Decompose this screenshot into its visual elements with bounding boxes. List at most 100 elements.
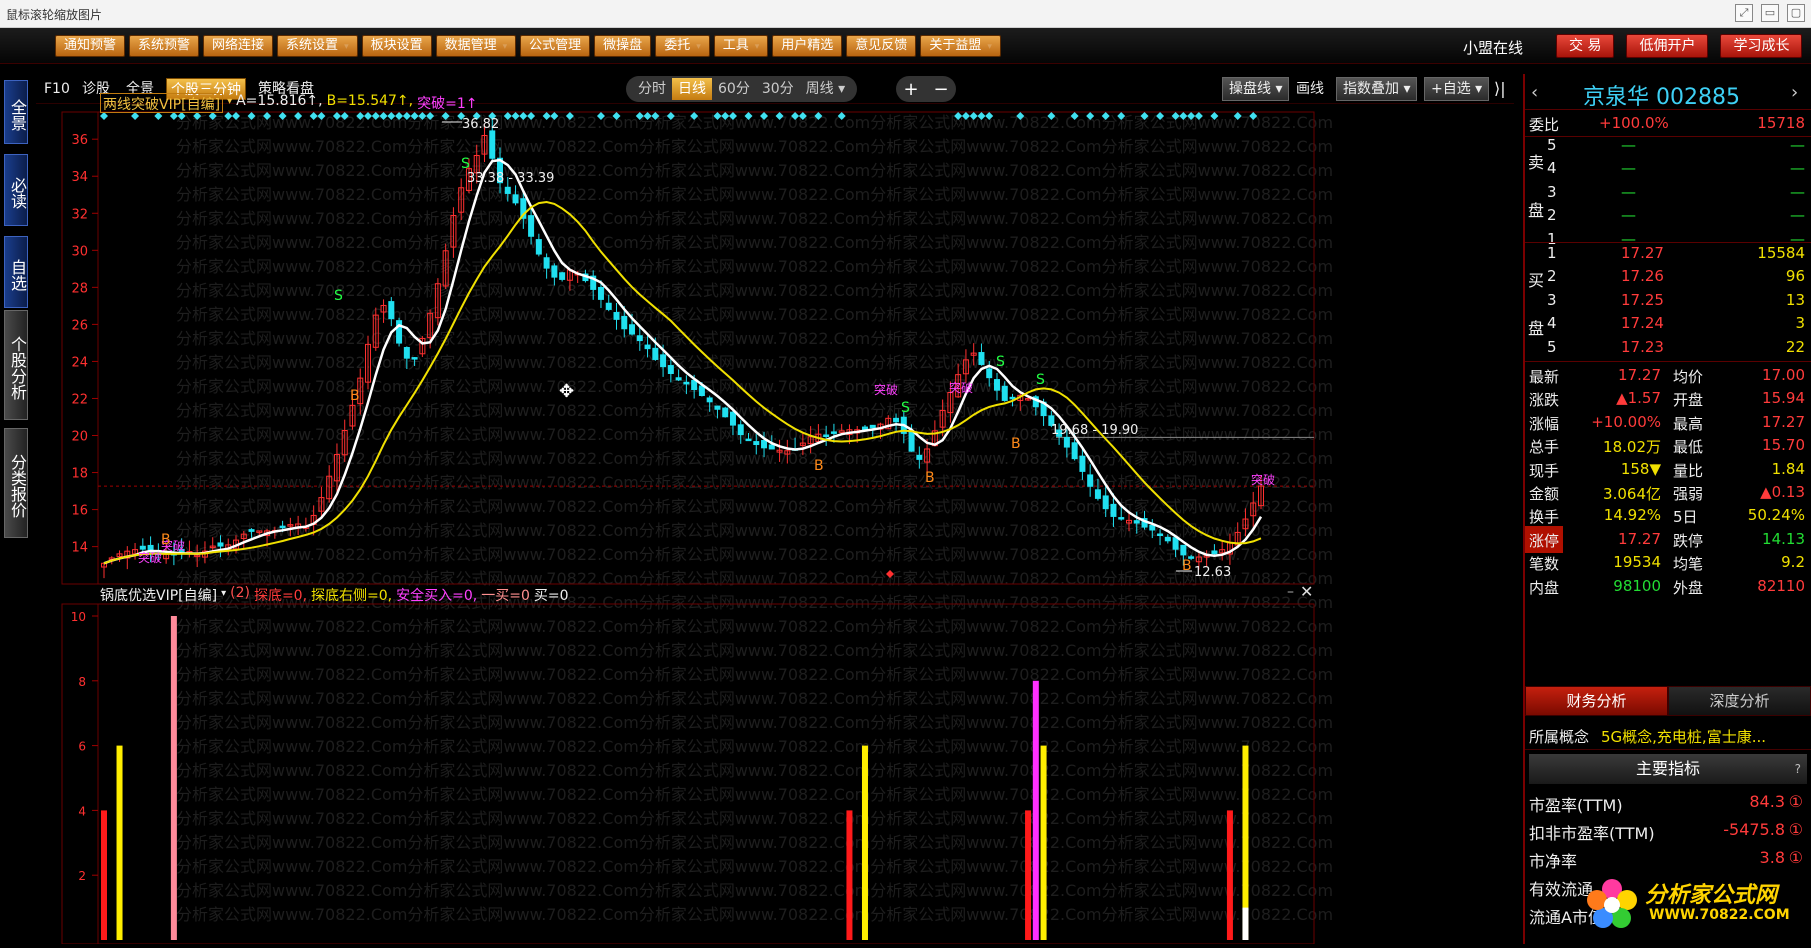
- menu-item[interactable]: 微操盘: [594, 35, 652, 57]
- menu-item[interactable]: 意见反馈: [846, 35, 917, 57]
- left-tab-overview[interactable]: 全景: [4, 80, 28, 144]
- order-book-v: —: [1790, 206, 1805, 225]
- candle-body: [1009, 396, 1016, 400]
- stats-l2: 强弱: [1673, 485, 1704, 503]
- stats-v2: 14.13: [1762, 529, 1805, 548]
- zoom-out-icon[interactable]: −: [933, 79, 948, 100]
- menu-item[interactable]: 系统设置 ▾: [277, 35, 358, 57]
- candle-body: [217, 542, 224, 547]
- buy-label-2: 盘: [1528, 319, 1545, 338]
- stats-v1: 158▼: [1620, 459, 1661, 478]
- trading-line-label: 操盘线: [1229, 81, 1271, 97]
- left-tab-category-quote[interactable]: 分类报价: [4, 428, 28, 538]
- info-circle-icon[interactable]: ①: [1789, 848, 1803, 867]
- candle-body: [629, 324, 636, 335]
- main-indicator-name[interactable]: 两线突破VIP[自编]: [100, 93, 224, 113]
- next-stock-icon[interactable]: ›: [1791, 82, 1798, 103]
- maximize-icon[interactable]: ⤢: [1735, 4, 1753, 22]
- restore-icon[interactable]: ▭: [1761, 4, 1779, 22]
- y-tick-label: 34: [71, 170, 88, 185]
- stats-l1: 涨幅: [1529, 414, 1560, 433]
- period-daily[interactable]: 日线: [672, 78, 712, 100]
- order-book-p: —: [1621, 206, 1636, 225]
- zoom-controls: + −: [896, 76, 956, 102]
- tab-depth[interactable]: 深度分析: [1668, 686, 1811, 716]
- left-tab-watchlist[interactable]: 自选: [4, 236, 28, 308]
- open-account-button[interactable]: 低佣开户: [1626, 34, 1709, 58]
- candle-body: [1063, 436, 1070, 448]
- kline-chart[interactable]: 分析家公式网www.70822.Com分析家公式网www.70822.Com分析…: [36, 104, 1514, 944]
- watermark-text: 分析家公式网www.70822.Com分析家公式网www.70822.Com分析…: [176, 881, 1333, 900]
- y-tick-label: 24: [71, 355, 88, 370]
- index-overlay-dropdown[interactable]: 指数叠加 ▾: [1336, 77, 1418, 101]
- learn-button[interactable]: 学习成长: [1720, 34, 1803, 58]
- menu-item[interactable]: 数据管理 ▾: [435, 35, 517, 57]
- candle-body: [698, 385, 705, 396]
- menu-item[interactable]: 公式管理: [520, 35, 591, 57]
- y-tick-label: 18: [71, 467, 88, 482]
- menu-item-label: 公式管理: [529, 38, 582, 53]
- order-book-p: 17.26: [1621, 267, 1664, 286]
- order-book-lvl: 5: [1547, 337, 1557, 356]
- tab-f10[interactable]: F10: [40, 78, 74, 100]
- order-book-v: 22: [1785, 337, 1805, 356]
- order-book-lvl: 4: [1547, 159, 1557, 178]
- stats-l1: 金额: [1529, 485, 1560, 503]
- stats-v1: 14.92%: [1603, 506, 1661, 525]
- main-indicator-a: A=15.816↑,: [236, 93, 323, 109]
- prev-stock-icon[interactable]: ‹: [1531, 82, 1538, 103]
- watermark-text: 分析家公式网www.70822.Com分析家公式网www.70822.Com分析…: [176, 905, 1333, 924]
- candle-body: [691, 379, 698, 391]
- tab-financial[interactable]: 财务分析: [1525, 686, 1668, 716]
- b-signal: B: [161, 532, 171, 548]
- add-watchlist-dropdown[interactable]: +自选 ▾: [1424, 77, 1490, 101]
- sub-indicator-dropdown-icon[interactable]: ▾: [221, 585, 226, 605]
- left-tab-stock-analysis[interactable]: 个股分析: [4, 310, 28, 420]
- stats-l1: 总手: [1529, 438, 1560, 457]
- main-indicator-dropdown-icon[interactable]: ▾: [227, 93, 232, 113]
- sub-panel-minimize-icon[interactable]: –: [1287, 584, 1294, 600]
- sub-panel-close-icon[interactable]: ✕: [1300, 582, 1313, 601]
- indicator-label: 市盈率(TTM): [1529, 796, 1623, 815]
- watermark-text: 分析家公式网www.70822.Com分析家公式网www.70822.Com分析…: [176, 233, 1333, 252]
- left-tab-must-read[interactable]: 必读: [4, 154, 28, 226]
- close-window-icon[interactable]: ▢: [1787, 4, 1805, 22]
- tupo-label: 突破: [138, 550, 162, 565]
- info-circle-icon[interactable]: ①: [1789, 820, 1803, 839]
- concept-value[interactable]: 5G概念,充电桩,富士康...: [1601, 726, 1766, 747]
- stats-l1: 涨跌: [1529, 391, 1560, 410]
- menu-item[interactable]: 系统预警: [129, 35, 200, 57]
- candle-body: [652, 347, 659, 360]
- menu-item[interactable]: 网络连接: [203, 35, 274, 57]
- menu-item[interactable]: 工具 ▾: [713, 35, 769, 57]
- stats-v2: 9.2: [1781, 553, 1805, 572]
- period-30min[interactable]: 30分: [756, 78, 800, 100]
- trade-button[interactable]: 交 易: [1556, 34, 1615, 58]
- menu-item[interactable]: 板块设置: [361, 35, 432, 57]
- stats-l1: 内盘: [1529, 578, 1560, 597]
- candle-body: [768, 444, 775, 450]
- draw-line-button[interactable]: 画线: [1292, 78, 1328, 100]
- menu-item[interactable]: 关于益盟 ▾: [920, 35, 1001, 57]
- menu-item[interactable]: 通知预警: [55, 35, 126, 57]
- help-icon[interactable]: ?: [1795, 754, 1801, 784]
- period-weekly[interactable]: 周线 ▾: [800, 78, 851, 100]
- zoom-in-icon[interactable]: +: [903, 79, 918, 100]
- y-tick-label: 22: [71, 392, 88, 407]
- stats-v1: 17.27: [1618, 529, 1661, 548]
- sub-y-tick-label: 8: [78, 675, 86, 689]
- info-circle-icon[interactable]: ①: [1789, 792, 1803, 811]
- move-cursor-icon: ✥: [559, 381, 575, 402]
- order-book-row: 5 17.23 22: [1525, 334, 1811, 361]
- sub-indicator-name[interactable]: 锅底优选VIP[自编]: [100, 585, 217, 605]
- trading-line-dropdown[interactable]: 操盘线 ▾: [1222, 77, 1290, 101]
- menu-item[interactable]: 用户精选: [772, 35, 843, 57]
- online-status[interactable]: 小盟在线: [1463, 37, 1523, 58]
- menu-item[interactable]: 委托 ▾: [655, 35, 710, 57]
- main-indicators-header[interactable]: 主要指标 ?: [1529, 754, 1807, 784]
- period-intraday[interactable]: 分时: [632, 78, 672, 100]
- collapse-panel-icon[interactable]: ⟩|: [1490, 78, 1510, 100]
- period-60min[interactable]: 60分: [712, 78, 756, 100]
- stats-l2: 跌停: [1673, 531, 1704, 550]
- candle-body: [535, 239, 542, 255]
